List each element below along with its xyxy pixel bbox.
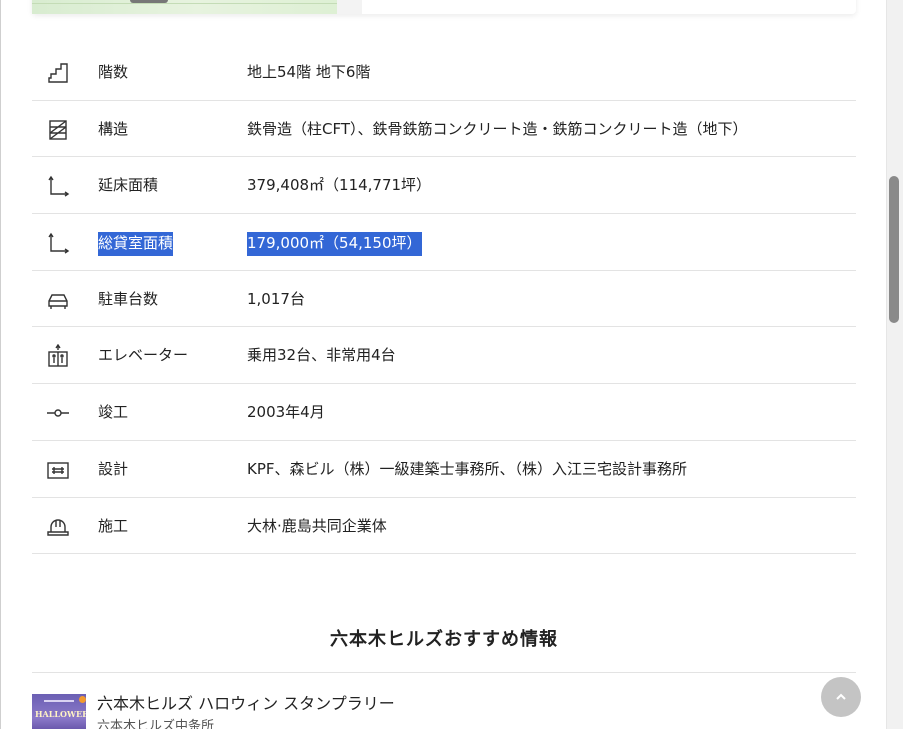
back-to-top-button[interactable] — [821, 677, 861, 717]
spec-value: 2003年4月 — [247, 403, 325, 422]
spec-row-construction: 施工 大林·鹿島共同企業体 — [32, 498, 856, 555]
building-spec-table: 階数 地上54階 地下6階 構造 鉄骨造（柱CFT）、鉄骨鉄筋コンクリート造・鉄… — [32, 44, 856, 555]
spec-value: 乗用32台、非常用4台 — [247, 346, 396, 365]
pumpkin-icon — [79, 696, 86, 703]
spec-row-design: 設計 KPF、森ビル（株）一級建築士事務所、（株）入江三宅設計事務所 — [32, 441, 856, 498]
spec-row-structure: 構造 鉄骨造（柱CFT）、鉄骨鉄筋コンクリート造・鉄筋コンクリート造（地下） — [32, 101, 856, 158]
chevron-up-icon — [834, 690, 848, 704]
spec-row-floors: 階数 地上54階 地下6階 — [32, 44, 856, 101]
completion-icon — [46, 401, 70, 425]
spec-value: 179,000㎡（54,150坪） — [247, 232, 422, 257]
hardhat-icon — [46, 515, 70, 539]
recommend-item-subtitle: 六本木ヒルズ中条所 — [97, 719, 215, 729]
spec-value: 379,408㎡（114,771坪） — [247, 176, 432, 195]
blueprint-icon — [46, 458, 70, 482]
hero-image — [32, 0, 362, 14]
spec-value: 鉄骨造（柱CFT）、鉄骨鉄筋コンクリート造・鉄筋コンクリート造（地下） — [247, 119, 748, 138]
spec-label: 設計 — [98, 459, 129, 478]
recommend-item-title[interactable]: 六本木ヒルズ ハロウィン スタンプラリー — [97, 694, 395, 714]
spec-value: 地上54階 地下6階 — [247, 63, 371, 81]
spec-row-gross-floor-area: 延床面積 379,408㎡（114,771坪） — [32, 157, 856, 215]
spec-label: 施工 — [98, 516, 129, 535]
spec-label: 総貸室面積 — [98, 232, 174, 257]
section-divider — [32, 672, 856, 673]
spec-label: エレベーター — [98, 346, 189, 365]
page: 階数 地上54階 地下6階 構造 鉄骨造（柱CFT）、鉄骨鉄筋コンクリート造・鉄… — [0, 0, 903, 729]
area-axes-icon — [46, 231, 70, 255]
recommend-item[interactable]: HALLOWEEN 六本木ヒルズ ハロウィン スタンプラリー 六本木ヒルズ中条所 — [32, 694, 856, 729]
spec-label: 駐車台数 — [98, 289, 159, 308]
thumbnail-text: HALLOWEEN — [35, 709, 86, 719]
spec-label: 竣工 — [98, 403, 129, 422]
stairs-icon — [46, 61, 70, 85]
spec-value: 1,017台 — [247, 289, 305, 308]
spec-value: KPF、森ビル（株）一級建築士事務所、（株）入江三宅設計事務所 — [247, 459, 688, 478]
scrollbar-thumb[interactable] — [889, 176, 899, 323]
recommend-section-title: 六本木ヒルズおすすめ情報 — [330, 629, 558, 650]
spec-label: 階数 — [98, 63, 129, 81]
vertical-scrollbar[interactable] — [886, 0, 903, 729]
structure-icon — [46, 118, 70, 142]
spec-label: 延床面積 — [98, 176, 159, 195]
spec-row-completion: 竣工 2003年4月 — [32, 384, 856, 441]
spec-value: 大林·鹿島共同企業体 — [247, 516, 387, 535]
recommend-item-thumbnail[interactable]: HALLOWEEN — [32, 694, 86, 729]
car-icon — [46, 288, 70, 312]
area-axes-icon — [46, 174, 70, 198]
spec-label: 構造 — [98, 119, 129, 138]
elevator-icon — [46, 344, 70, 368]
spec-row-elevators: エレベーター 乗用32台、非常用4台 — [32, 327, 856, 385]
left-border — [0, 0, 1, 729]
spec-row-rentable-area: 総貸室面積 179,000㎡（54,150坪） — [32, 214, 856, 271]
spec-row-parking: 駐車台数 1,017台 — [32, 271, 856, 328]
